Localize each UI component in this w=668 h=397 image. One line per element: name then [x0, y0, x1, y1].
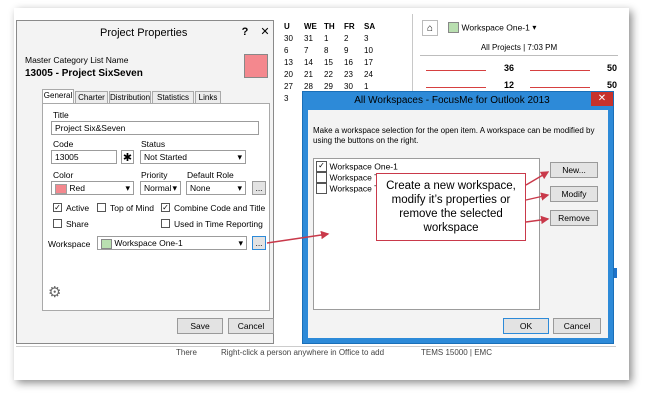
arrow-to-new [525, 171, 550, 186]
arrow-to-dialog [266, 230, 330, 244]
arrow-to-modify [525, 192, 550, 201]
annotation-arrows [266, 171, 550, 244]
arrow-to-remove [525, 215, 550, 225]
annotation-callout: Create a new workspace, modify it’s prop… [376, 173, 526, 241]
